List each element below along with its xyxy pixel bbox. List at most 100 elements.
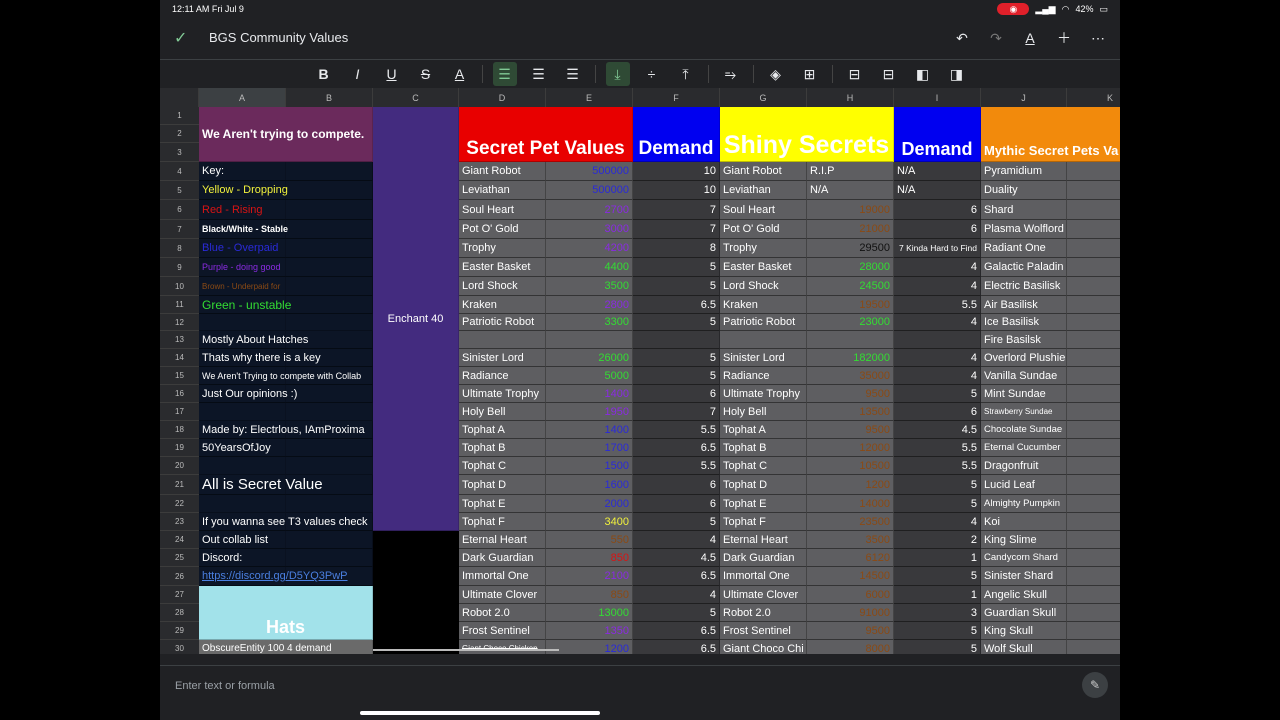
- pet-demand[interactable]: 4: [894, 349, 981, 367]
- pet-value[interactable]: 1200: [807, 475, 894, 495]
- pet-value[interactable]: 13500: [807, 403, 894, 421]
- pet-demand[interactable]: 5.5: [894, 439, 981, 457]
- pet-name[interactable]: Giant Choco Chi: [720, 640, 807, 654]
- row-header-27[interactable]: 27: [160, 586, 199, 604]
- pet-name[interactable]: Wolf Skull: [981, 640, 1067, 654]
- pet-value[interactable]: 1600: [546, 475, 633, 495]
- pet-value[interactable]: 1: [1067, 220, 1120, 239]
- pet-name[interactable]: Sinister Lord: [720, 349, 807, 367]
- row-header-20[interactable]: 20: [160, 457, 199, 475]
- pet-demand[interactable]: 5: [633, 367, 720, 385]
- pet-name[interactable]: Robot 2.0: [720, 604, 807, 622]
- pet-value[interactable]: 20: [1067, 421, 1120, 439]
- row-header-8[interactable]: 8: [160, 239, 199, 258]
- cell-a[interactable]: [199, 495, 286, 513]
- pet-name[interactable]: Duality: [981, 181, 1067, 200]
- pet-value[interactable]: 28000: [807, 258, 894, 277]
- select-all-corner[interactable]: [160, 88, 199, 107]
- pet-value[interactable]: 2800: [546, 296, 633, 314]
- pet-value[interactable]: 3500: [807, 531, 894, 549]
- pet-demand[interactable]: 6: [633, 385, 720, 403]
- row-header-28[interactable]: 28: [160, 604, 199, 622]
- pet-value[interactable]: 6120: [807, 549, 894, 567]
- pet-demand[interactable]: [894, 331, 981, 349]
- note-cell[interactable]: Mostly About Hatches: [199, 331, 373, 349]
- pet-value[interactable]: D: [1067, 403, 1120, 421]
- pet-value[interactable]: 15: [1067, 604, 1120, 622]
- pet-value[interactable]: 1: [1067, 385, 1120, 403]
- pet-name[interactable]: Patriotic Robot: [720, 314, 807, 331]
- pet-name[interactable]: Radiance: [720, 367, 807, 385]
- pet-value[interactable]: 500000: [546, 162, 633, 181]
- pet-value[interactable]: 91000: [807, 604, 894, 622]
- pet-name[interactable]: Sinister Shard: [981, 567, 1067, 586]
- pet-demand[interactable]: 10: [633, 181, 720, 200]
- pet-value[interactable]: [807, 331, 894, 349]
- pet-demand[interactable]: 2: [894, 531, 981, 549]
- pet-demand[interactable]: 4: [894, 277, 981, 296]
- pet-demand[interactable]: 6.5: [633, 296, 720, 314]
- pet-name[interactable]: Guardian Skull: [981, 604, 1067, 622]
- pet-name[interactable]: Immortal One: [720, 567, 807, 586]
- note-cell[interactable]: Discord:: [199, 549, 373, 567]
- pet-demand[interactable]: 5: [633, 513, 720, 531]
- cell-b[interactable]: [286, 314, 373, 331]
- pet-demand[interactable]: 6: [633, 475, 720, 495]
- pet-value[interactable]: 20: [1067, 181, 1120, 200]
- pet-value[interactable]: [1067, 586, 1120, 604]
- pet-name[interactable]: Giant Choco Chicken: [459, 640, 546, 654]
- pet-value[interactable]: 19500: [807, 296, 894, 314]
- pet-value[interactable]: 9500: [807, 385, 894, 403]
- enchant-cell[interactable]: Enchant 40: [373, 107, 459, 531]
- pet-value[interactable]: 1950: [546, 403, 633, 421]
- pet-value[interactable]: 7: [1067, 640, 1120, 654]
- pet-value[interactable]: 1200: [546, 640, 633, 654]
- pet-name[interactable]: Strawberry Sundae: [981, 403, 1067, 421]
- pet-name[interactable]: Candycorn Shard: [981, 549, 1067, 567]
- pet-value[interactable]: 850: [546, 549, 633, 567]
- pet-demand[interactable]: 7 Kinda Hard to Find: [894, 239, 981, 258]
- pet-value[interactable]: 4: [1067, 439, 1120, 457]
- pet-name[interactable]: Angelic Skull: [981, 586, 1067, 604]
- pet-name[interactable]: Electric Basilisk: [981, 277, 1067, 296]
- pet-name[interactable]: Plasma Wolflord: [981, 220, 1067, 239]
- pet-name[interactable]: Chocolate Sundae: [981, 421, 1067, 439]
- pet-demand[interactable]: 5: [894, 567, 981, 586]
- pet-demand[interactable]: 5: [633, 258, 720, 277]
- pet-value[interactable]: 3: [1067, 549, 1120, 567]
- pet-name[interactable]: Frost Sentinel: [720, 622, 807, 640]
- pet-name[interactable]: Easter Basket: [459, 258, 546, 277]
- cell-c-black[interactable]: [373, 531, 459, 654]
- pet-value[interactable]: 6000: [807, 586, 894, 604]
- pet-name[interactable]: Leviathan: [459, 181, 546, 200]
- pet-demand[interactable]: 5.5: [633, 457, 720, 475]
- pet-value[interactable]: 5000: [546, 367, 633, 385]
- pet-name[interactable]: Radiant One: [981, 239, 1067, 258]
- note-cell[interactable]: Key:: [199, 162, 373, 181]
- more-icon[interactable]: ⋯: [1086, 26, 1110, 50]
- pet-name[interactable]: Soul Heart: [459, 200, 546, 220]
- column-header-A[interactable]: A: [199, 88, 286, 107]
- pet-demand[interactable]: 4: [894, 367, 981, 385]
- pet-demand[interactable]: 5.5: [894, 296, 981, 314]
- note-cell[interactable]: Yellow - Dropping: [199, 181, 373, 200]
- header-hats[interactable]: Hats: [199, 586, 373, 640]
- column-header-G[interactable]: G: [720, 88, 807, 107]
- note-cell[interactable]: Brown - Underpaid for: [199, 277, 373, 296]
- pet-demand[interactable]: 4.5: [894, 421, 981, 439]
- pet-value[interactable]: 25: [1067, 200, 1120, 220]
- pet-name[interactable]: Fire Basilsk: [981, 331, 1067, 349]
- pet-value[interactable]: 2: [1067, 239, 1120, 258]
- pet-name[interactable]: Ultimate Clover: [459, 586, 546, 604]
- pet-name[interactable]: Tophat A: [459, 421, 546, 439]
- pet-demand[interactable]: 6: [894, 403, 981, 421]
- pet-name[interactable]: Tophat E: [459, 495, 546, 513]
- row-header-6[interactable]: 6: [160, 200, 199, 220]
- cell-b[interactable]: [286, 403, 373, 421]
- pet-value[interactable]: 14000: [807, 495, 894, 513]
- pet-demand[interactable]: 6: [894, 220, 981, 239]
- pet-value[interactable]: 35000: [807, 367, 894, 385]
- pet-demand[interactable]: 4: [894, 258, 981, 277]
- bold-icon[interactable]: B: [312, 62, 336, 86]
- pet-name[interactable]: Patriotic Robot: [459, 314, 546, 331]
